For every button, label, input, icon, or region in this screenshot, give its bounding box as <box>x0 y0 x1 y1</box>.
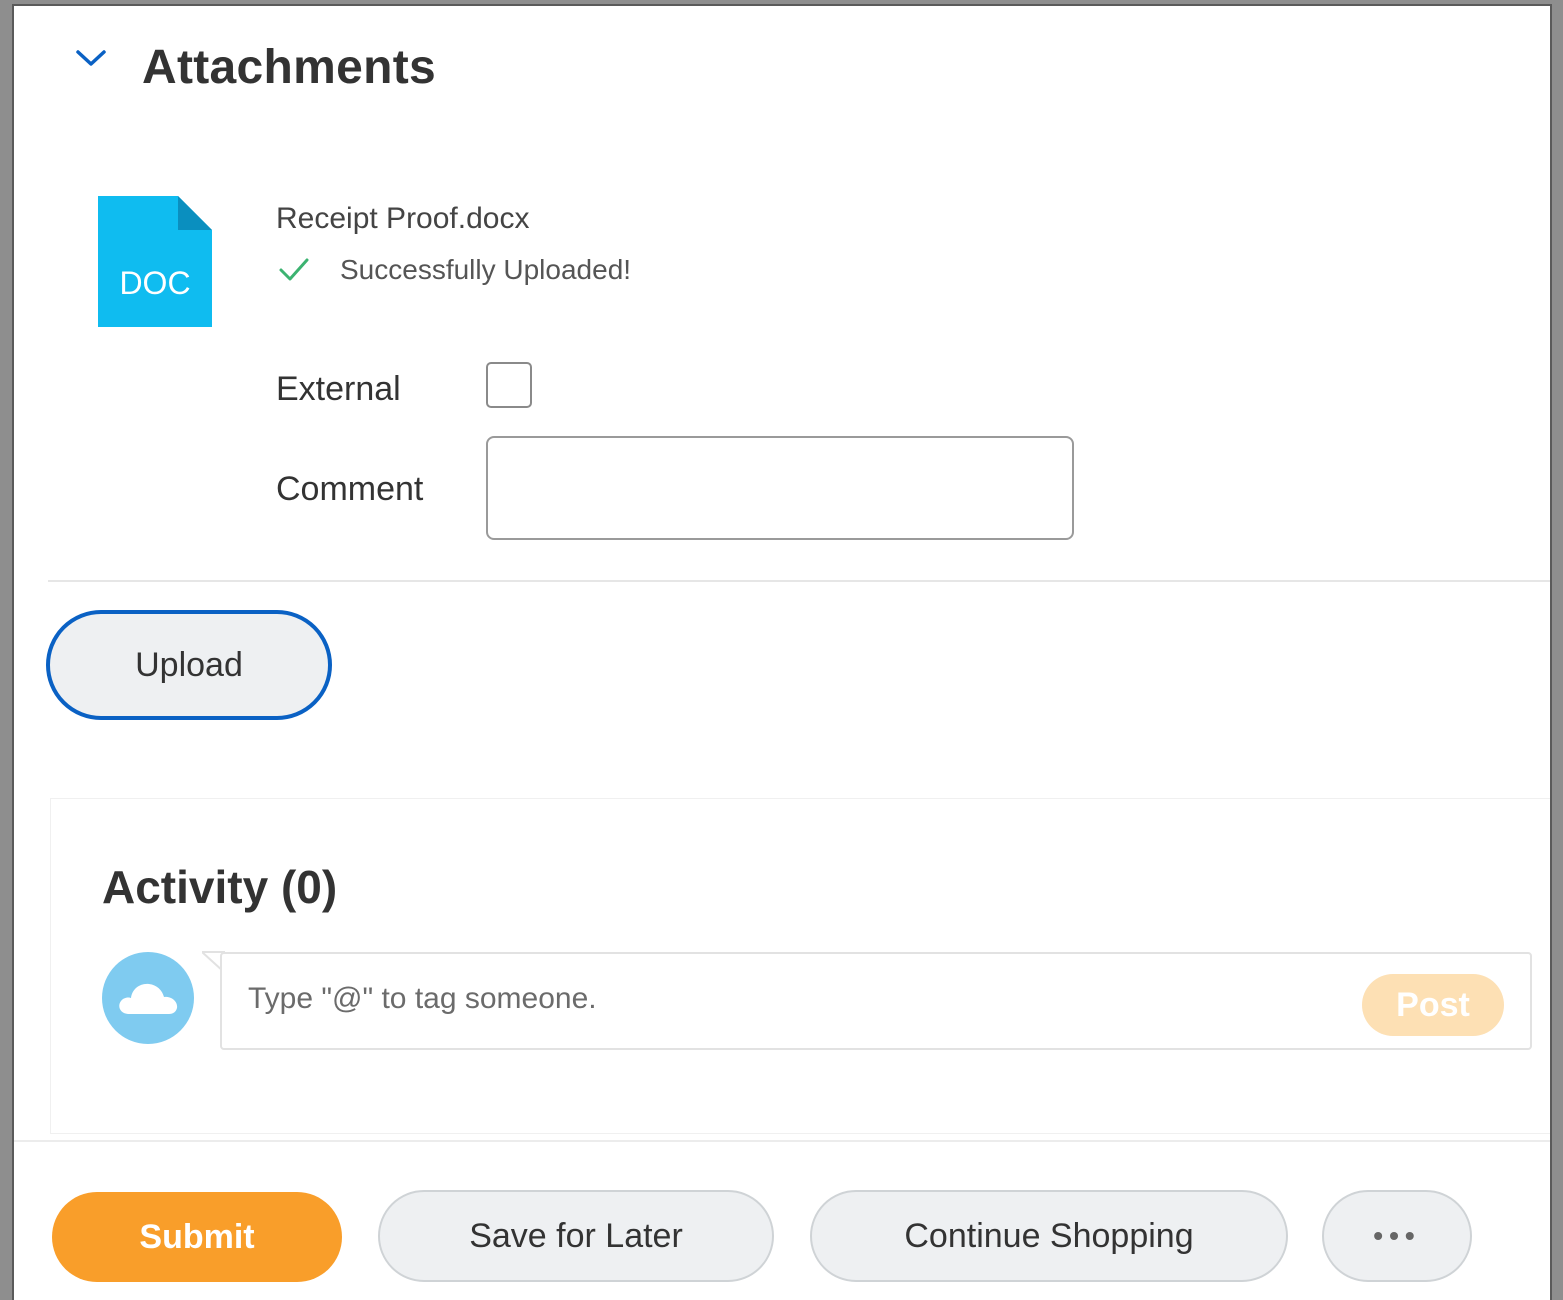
doc-file-label: DOC <box>119 265 190 301</box>
avatar <box>102 952 194 1044</box>
comment-label: Comment <box>276 470 424 508</box>
external-label: External <box>276 370 401 408</box>
continue-shopping-button[interactable]: Continue Shopping <box>810 1190 1288 1282</box>
file-name: Receipt Proof.docx <box>276 202 530 235</box>
save-for-later-button[interactable]: Save for Later <box>378 1190 774 1282</box>
divider <box>48 580 1550 582</box>
upload-button[interactable]: Upload <box>46 610 332 720</box>
more-options-button[interactable]: ••• <box>1322 1190 1472 1282</box>
activity-title: Activity (0) <box>102 861 338 913</box>
attachments-panel: Attachments DOC Receipt Proof.docx Succe… <box>12 4 1552 1300</box>
post-button[interactable]: Post <box>1362 974 1504 1036</box>
doc-file-icon: DOC <box>98 196 212 327</box>
chevron-down-icon[interactable] <box>74 44 108 74</box>
divider <box>14 1140 1550 1142</box>
check-icon <box>278 256 310 284</box>
section-title: Attachments <box>142 41 437 94</box>
activity-comment-placeholder: Type "@" to tag someone. <box>248 982 597 1015</box>
external-checkbox[interactable] <box>486 362 532 408</box>
cloud-icon <box>119 983 178 1014</box>
comment-field[interactable] <box>486 436 1074 540</box>
upload-status-text: Successfully Uploaded! <box>340 254 632 285</box>
submit-button[interactable]: Submit <box>52 1192 342 1282</box>
